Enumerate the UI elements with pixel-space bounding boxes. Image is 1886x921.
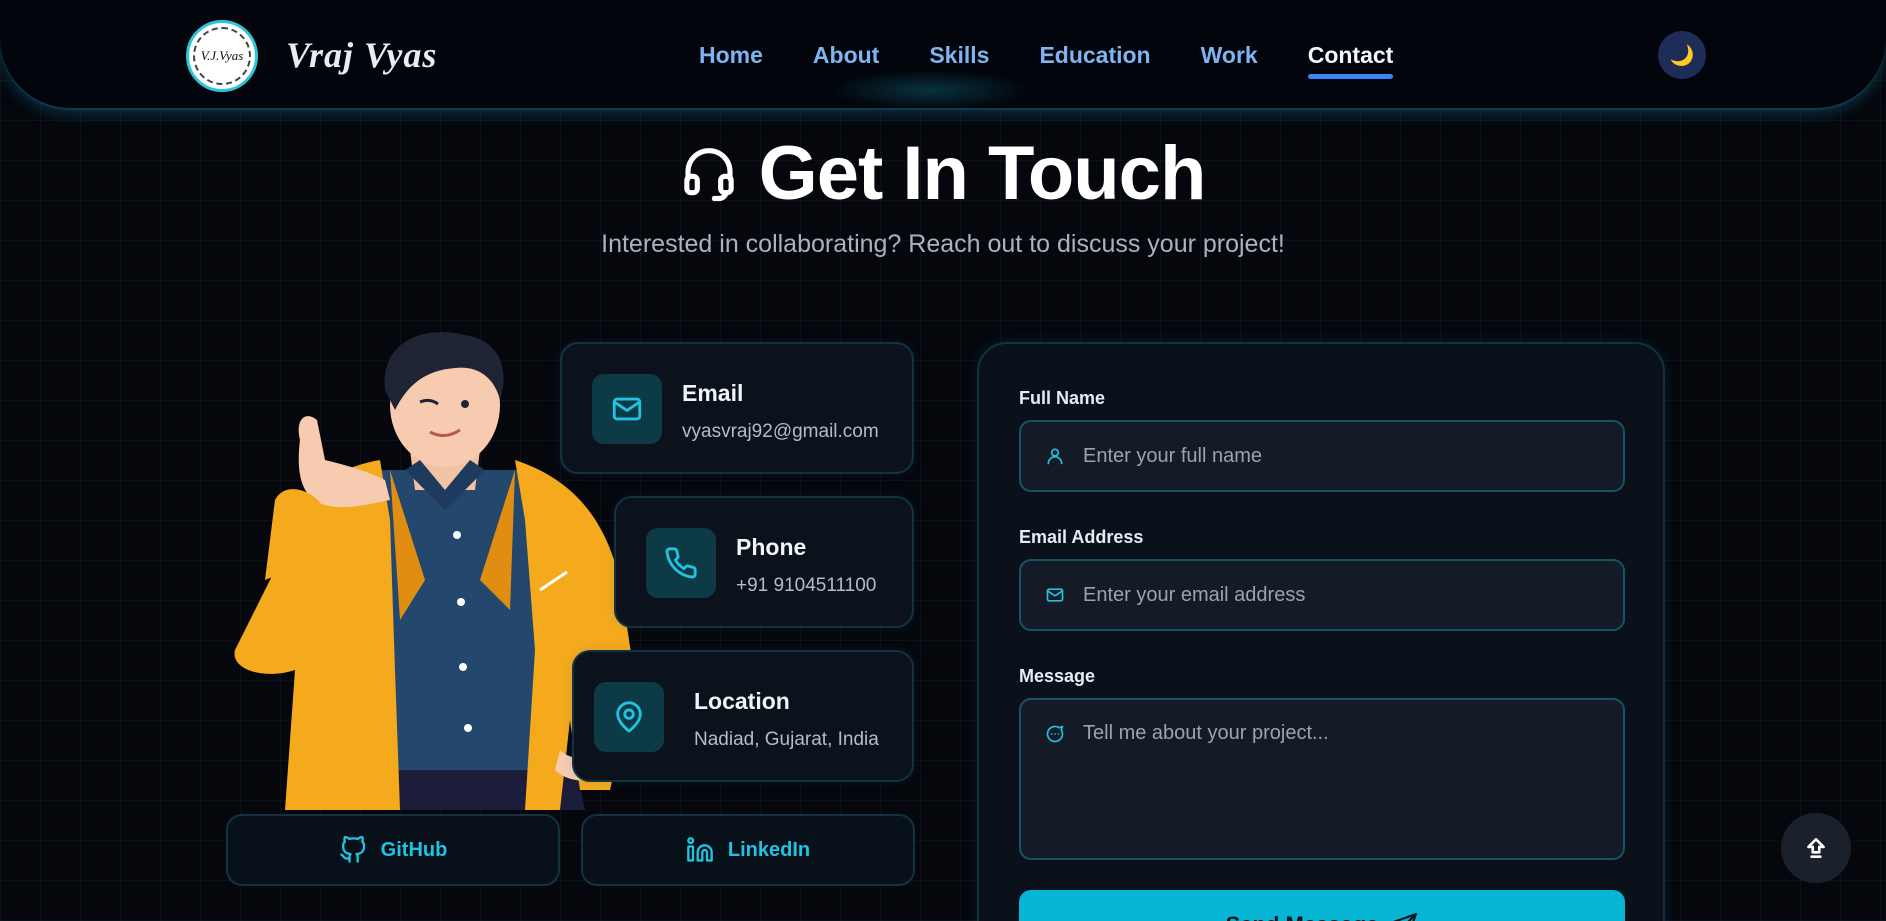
nav-link-contact[interactable]: Contact <box>1307 42 1393 79</box>
arrow-up-icon <box>1807 838 1825 858</box>
theme-toggle-button[interactable]: 🌙 <box>1658 31 1706 79</box>
github-label: GitHub <box>380 838 448 861</box>
brand-name[interactable]: Vraj Vyas <box>286 34 437 76</box>
mail-icon <box>612 397 642 421</box>
map-pin-icon-box <box>594 682 664 752</box>
send-icon <box>1393 913 1418 921</box>
contact-form: Full Name Email Address Message Send Mes… <box>977 342 1665 921</box>
mail-icon-box <box>592 374 662 444</box>
phone-card[interactable]: Phone +91 9104511100 <box>614 496 914 628</box>
map-pin-icon <box>616 701 642 733</box>
nav-link-about[interactable]: About <box>813 42 879 69</box>
email-field-wrap <box>1019 559 1625 631</box>
nav-links: Home About Skills Education Work Contact <box>699 42 1443 79</box>
page-title: Get In Touch <box>681 130 1206 217</box>
nav-link-work[interactable]: Work <box>1201 42 1258 69</box>
send-message-label: Send Message <box>1226 912 1379 921</box>
full-name-label: Full Name <box>1019 388 1106 408</box>
page-subtitle: Interested in collaborating? Reach out t… <box>601 230 1285 258</box>
headset-icon <box>683 147 734 201</box>
phone-icon-box <box>646 528 716 598</box>
message-textarea[interactable] <box>1083 722 1611 858</box>
full-name-field-wrap <box>1019 420 1625 492</box>
message-field-wrap <box>1019 698 1625 860</box>
full-name-input[interactable] <box>1083 422 1611 490</box>
email-label: Email <box>682 380 744 406</box>
github-button[interactable]: GitHub <box>226 814 560 886</box>
logo[interactable]: V.J.Vyas <box>186 20 258 92</box>
page-title-text: Get In Touch <box>758 131 1207 216</box>
phone-value[interactable]: +91 9104511100 <box>736 575 876 597</box>
email-address-label: Email Address <box>1019 527 1144 547</box>
nav-link-education[interactable]: Education <box>1039 42 1150 69</box>
location-value: Nadiad, Gujarat, India <box>694 729 879 750</box>
moon-icon: 🌙 <box>1669 44 1695 67</box>
section-header: Get In Touch <box>0 130 1886 217</box>
scroll-to-top-button[interactable] <box>1781 813 1851 883</box>
nav-link-home[interactable]: Home <box>699 42 763 69</box>
logo-text: V.J.Vyas <box>193 27 251 85</box>
phone-label: Phone <box>736 534 807 560</box>
github-icon <box>339 836 365 863</box>
message-circle-icon <box>1046 725 1064 743</box>
navbar: V.J.Vyas Vraj Vyas Home About Skills Edu… <box>0 0 1886 110</box>
send-message-button[interactable]: Send Message <box>1019 890 1625 921</box>
email-value[interactable]: vyasvraj92@gmail.com <box>682 421 879 443</box>
linkedin-icon <box>687 837 713 862</box>
phone-icon <box>665 547 697 579</box>
nav-link-skills[interactable]: Skills <box>929 42 989 69</box>
linkedin-button[interactable]: LinkedIn <box>581 814 915 886</box>
user-icon <box>1047 448 1063 465</box>
email-card[interactable]: Email vyasvraj92@gmail.com <box>560 342 914 474</box>
location-label: Location <box>694 688 790 714</box>
linkedin-label: LinkedIn <box>727 838 811 861</box>
email-input[interactable] <box>1083 561 1611 629</box>
location-card[interactable]: Location Nadiad, Gujarat, India <box>572 650 914 782</box>
message-label: Message <box>1019 666 1096 686</box>
mail-icon <box>1046 588 1064 602</box>
